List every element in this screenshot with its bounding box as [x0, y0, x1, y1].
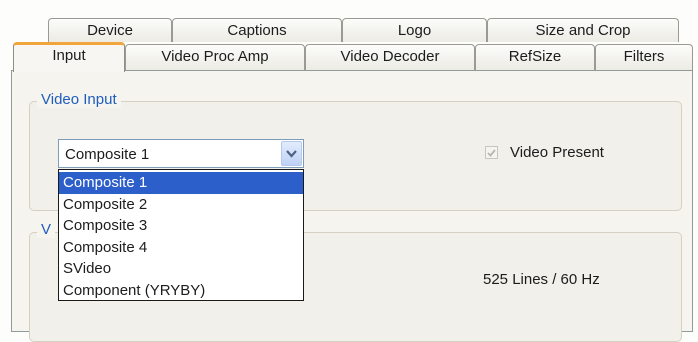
tab-filters[interactable]: Filters	[595, 44, 693, 70]
video-present-label: Video Present	[510, 144, 604, 161]
video-input-combobox[interactable]: Composite 1	[58, 139, 304, 168]
tab-video-decoder[interactable]: Video Decoder	[305, 44, 475, 70]
video-standard-readout: 525 Lines / 60 Hz	[483, 271, 600, 288]
option-composite-1[interactable]: Composite 1	[59, 172, 303, 194]
option-component[interactable]: Component (YRYBY)	[59, 280, 303, 302]
tab-logo[interactable]: Logo	[342, 18, 487, 42]
video-input-group-label: Video Input	[37, 91, 121, 108]
tab-refsize[interactable]: RefSize	[475, 44, 595, 70]
chevron-down-icon	[286, 149, 297, 158]
option-svideo[interactable]: SVideo	[59, 258, 303, 280]
tab-size-and-crop[interactable]: Size and Crop	[487, 18, 679, 42]
video-standard-group-label: V	[37, 221, 56, 238]
option-composite-4[interactable]: Composite 4	[59, 237, 303, 259]
video-input-dropdown-list[interactable]: Composite 1 Composite 2 Composite 3 Comp…	[58, 169, 304, 301]
video-present-checkbox[interactable]	[485, 146, 498, 159]
option-composite-2[interactable]: Composite 2	[59, 194, 303, 216]
tab-video-proc-amp[interactable]: Video Proc Amp	[125, 44, 305, 70]
tab-device[interactable]: Device	[48, 18, 172, 42]
combobox-value: Composite 1	[65, 146, 150, 163]
tab-input[interactable]: Input	[13, 42, 125, 72]
checkmark-icon	[487, 148, 496, 157]
tab-captions[interactable]: Captions	[172, 18, 342, 42]
dropdown-button[interactable]	[281, 141, 302, 166]
option-composite-3[interactable]: Composite 3	[59, 215, 303, 237]
